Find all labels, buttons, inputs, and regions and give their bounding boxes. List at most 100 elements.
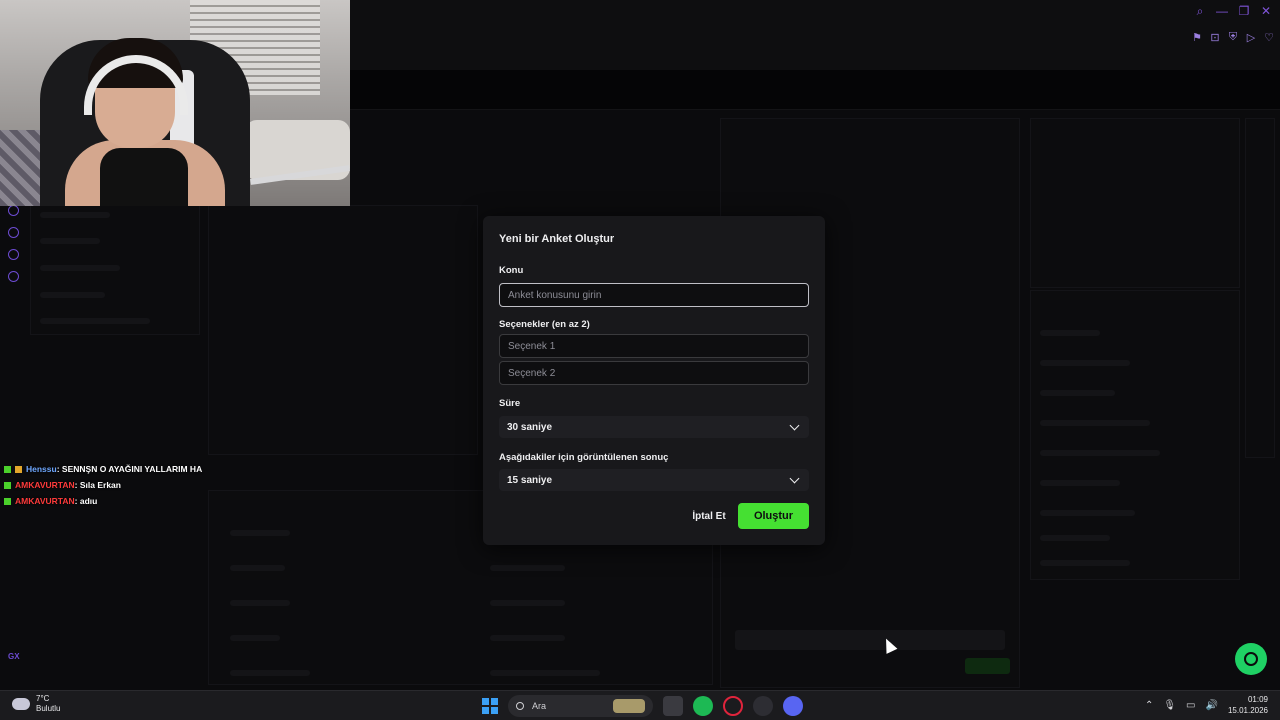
bg-line [40,318,150,324]
system-tray: ⌃ 🎙 ▭ 🔊 01:09 15.01.2026 [1145,694,1268,716]
streamer-shirt [100,148,188,206]
bg-line [490,600,565,606]
option-2-input[interactable] [499,361,809,385]
support-button[interactable] [1235,643,1267,675]
volume-icon[interactable]: 🔊 [1206,700,1218,711]
app-navbar [350,70,1280,110]
bg-line [230,635,280,641]
bg-line [1040,360,1130,366]
weather-widget[interactable]: 7°C Bulutlu [12,694,60,714]
bg-line [1040,330,1100,336]
heart-icon[interactable]: ♡ [1264,31,1274,44]
bg-line [230,565,285,571]
badge-icon [4,466,11,473]
bg-line [40,238,100,244]
bg-line [1040,510,1135,516]
chat-message: AMKAVURTAN: Sıla Erkan [4,477,344,493]
create-button[interactable]: Oluştur [738,503,809,529]
weather-text: 7°C Bulutlu [36,694,60,714]
steam-icon[interactable] [753,696,773,716]
bg-chat-input [735,630,1005,650]
bg-line [230,530,290,536]
chat-text: SENNŞN O AYAĞINI YALLARIM HA [61,464,203,474]
clock[interactable]: 01:09 15.01.2026 [1228,694,1268,716]
bg-chat-send [965,658,1010,674]
windows-start-icon[interactable] [482,698,498,714]
webcam-overlay [0,0,350,206]
close-icon[interactable]: ✕ [1260,4,1272,19]
bg-line [490,670,600,676]
chevron-down-icon [789,420,800,430]
bookmark-icon[interactable]: ⚑ [1192,31,1202,44]
chat-username: Henssu [26,464,57,474]
bg-line [230,670,310,676]
network-icon[interactable]: ▭ [1186,700,1195,711]
chat-username: AMKAVURTAN [15,480,75,490]
badge-icon [15,466,22,473]
weather-desc: Bulutlu [36,704,61,713]
options-label: Seçenekler (en az 2) [499,319,590,330]
shield-icon[interactable]: ⛨ [1228,31,1238,44]
circle-icon[interactable] [8,205,19,216]
modal-title: Yeni bir Anket Oluştur [499,233,615,245]
topic-label: Konu [499,265,524,276]
window-controls: ⌕ — ❐ ✕ [1194,4,1272,19]
badge-icon [4,498,11,505]
chat-text: Sıla Erkan [79,480,121,490]
minimize-icon[interactable]: — [1216,4,1228,19]
cloud-icon [12,698,30,710]
chevron-up-icon[interactable]: ⌃ [1145,700,1153,711]
file-explorer-icon[interactable] [663,696,683,716]
topic-input[interactable] [499,283,809,307]
left-icon-rail: GX [0,200,28,690]
bg-line [1040,535,1110,541]
bg-line [490,565,565,571]
play-icon[interactable]: ▷ [1246,31,1256,44]
bg-line [490,635,565,641]
chevron-down-icon [789,473,800,483]
search-icon [516,702,524,710]
bg-stream-info-panel [1030,118,1240,288]
date: 15.01.2026 [1227,706,1268,715]
discord-icon[interactable] [783,696,803,716]
search-label: Ara [532,701,547,711]
result-duration-select[interactable]: 15 saniye [499,469,809,491]
bg-line [40,212,110,218]
bg-line [1040,450,1160,456]
settings-icon[interactable] [8,271,19,282]
browser-toolbar: ⚑ ⊡ ⛨ ▷ ♡ [1192,31,1274,44]
bg-line [40,292,105,298]
option-1-input[interactable] [499,334,809,358]
time: 01:09 [1247,695,1268,704]
opera-gx-icon[interactable] [723,696,743,716]
bg-line [1040,420,1150,426]
duration-select[interactable]: 30 saniye [499,416,809,438]
badge-icon [4,482,11,489]
search-icon[interactable]: ⌕ [1194,4,1206,19]
create-poll-modal: Yeni bir Anket Oluştur Konu Seçenekler (… [483,216,825,545]
gx-label: GX [8,652,20,661]
cancel-button[interactable]: İptal Et [688,504,730,528]
clock-icon[interactable] [8,227,19,238]
result-label: Aşağıdakiler için görüntülenen sonuç [499,452,669,463]
taskbar: 7°C Bulutlu Ara ⌃ 🎙 ▭ 🔊 01:09 15.01.2026 [0,690,1280,720]
bg-line [1040,560,1130,566]
bg-stream-preview [208,205,478,455]
app-topbar [350,0,1280,70]
spotify-icon[interactable] [693,696,713,716]
chat-text: adıu [79,496,98,506]
chat-username: AMKAVURTAN [15,496,75,506]
bg-line [1040,390,1115,396]
chat-overlay: Henssu: SENNŞN O AYAĞINI YALLARIM HA AMK… [4,461,344,509]
taskbar-search[interactable]: Ara [508,695,653,717]
bg-line [230,600,290,606]
screen: ⌕ — ❐ ✕ ⚑ ⊡ ⛨ ▷ ♡ GX Henssu: SENNŞN O AY… [0,0,1280,720]
chat-bubble-icon[interactable] [8,249,19,260]
crop-icon[interactable]: ⊡ [1210,31,1220,44]
result-duration-value: 15 saniye [507,474,553,486]
search-highlight-image [613,699,645,713]
duration-label: Süre [499,398,521,409]
microphone-icon[interactable]: 🎙 [1163,700,1176,711]
bg-line [40,265,120,271]
restore-icon[interactable]: ❐ [1238,4,1250,19]
